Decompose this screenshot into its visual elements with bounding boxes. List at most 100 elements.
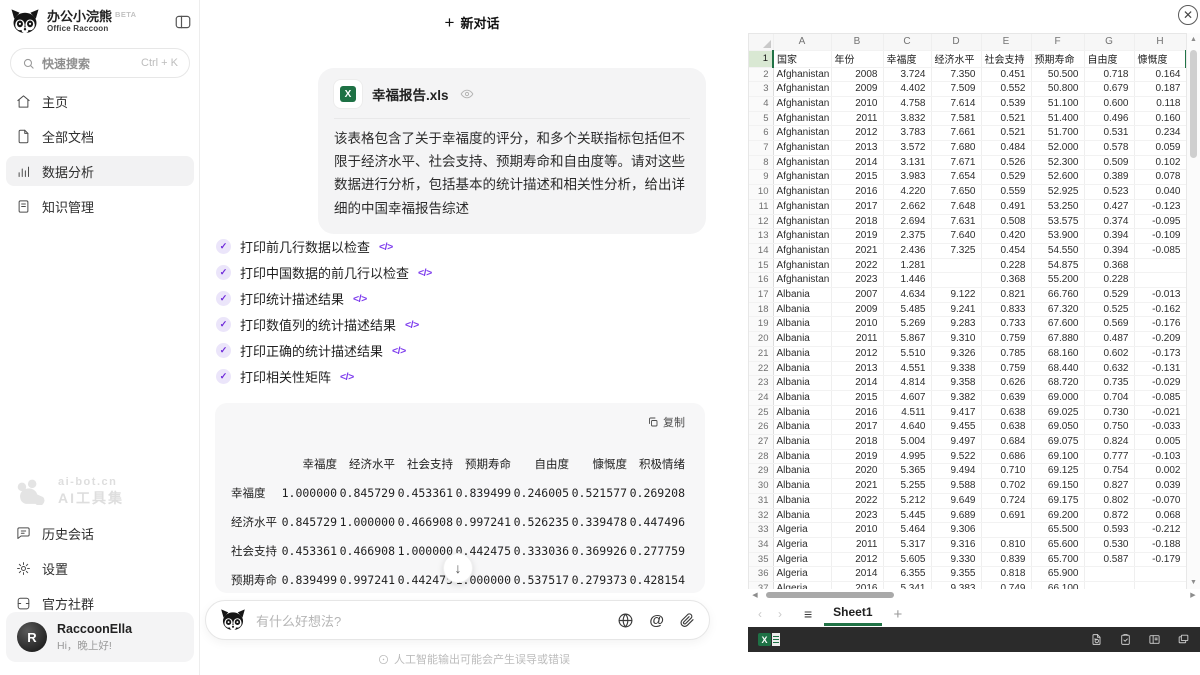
sheet-cell[interactable]: 5.867 bbox=[883, 332, 931, 347]
sidebar-item-history[interactable]: 历史会话 bbox=[6, 518, 194, 548]
sheet-cell[interactable]: 2010 bbox=[831, 317, 883, 332]
sheet-cell[interactable]: 52.000 bbox=[1031, 141, 1084, 156]
sheet-cell[interactable]: -0.103 bbox=[1134, 449, 1186, 464]
collapse-sidebar-icon[interactable] bbox=[174, 13, 192, 31]
sheet-cell[interactable]: 0.777 bbox=[1084, 449, 1134, 464]
sheet-cell[interactable]: 9.338 bbox=[931, 361, 981, 376]
sheet-cell[interactable]: 2016 bbox=[831, 405, 883, 420]
horizontal-scrollbar[interactable]: ◀ ▶ bbox=[748, 589, 1200, 601]
sheet-cell[interactable]: -0.085 bbox=[1134, 390, 1186, 405]
sheet-cell[interactable]: 5.365 bbox=[883, 464, 931, 479]
sheet-cell[interactable]: 0.508 bbox=[981, 214, 1031, 229]
sheet-cell[interactable]: -0.070 bbox=[1134, 493, 1186, 508]
sheet-cell[interactable]: 7.680 bbox=[931, 141, 981, 156]
sheet-cell[interactable]: 0.160 bbox=[1134, 111, 1186, 126]
sheet-cell[interactable]: 0.759 bbox=[981, 361, 1031, 376]
sheet-cell[interactable]: 0.602 bbox=[1084, 346, 1134, 361]
sheet-cell[interactable]: Afghanistan bbox=[773, 199, 831, 214]
sheet-cell[interactable]: 1.446 bbox=[883, 273, 931, 288]
sheet-cell[interactable]: -0.212 bbox=[1134, 523, 1186, 538]
sheet-cell[interactable]: 2015 bbox=[831, 390, 883, 405]
sheet-cell[interactable]: 9.241 bbox=[931, 302, 981, 317]
sheet-cell[interactable]: Algeria bbox=[773, 582, 831, 589]
scroll-to-bottom-button[interactable]: ↓ bbox=[443, 553, 473, 583]
code-toggle-icon[interactable]: </> bbox=[379, 241, 393, 253]
sheet-cell[interactable]: 0.810 bbox=[981, 538, 1031, 553]
sheet-cell[interactable]: 9.355 bbox=[931, 567, 981, 582]
sheet-cell[interactable]: 2008 bbox=[831, 67, 883, 82]
sheet-cell[interactable]: Albania bbox=[773, 464, 831, 479]
row-number[interactable]: 15 bbox=[749, 258, 773, 273]
sheet-cell[interactable]: 69.050 bbox=[1031, 420, 1084, 435]
sheet-cell[interactable]: 0.228 bbox=[1084, 273, 1134, 288]
sheet-cell[interactable] bbox=[1134, 582, 1186, 589]
sheet-cell[interactable]: 2.375 bbox=[883, 229, 931, 244]
sheet-cell[interactable]: Albania bbox=[773, 332, 831, 347]
row-number[interactable]: 11 bbox=[749, 199, 773, 214]
sheet-cell[interactable]: 0.005 bbox=[1134, 435, 1186, 450]
sheet-cell[interactable]: 66.100 bbox=[1031, 582, 1084, 589]
sheet-cell[interactable]: 9.316 bbox=[931, 538, 981, 553]
sheet-cell[interactable]: 9.382 bbox=[931, 390, 981, 405]
sheet-cell[interactable]: Afghanistan bbox=[773, 141, 831, 156]
sheet-cell[interactable]: -0.085 bbox=[1134, 243, 1186, 258]
sheet-cell[interactable]: 0.523 bbox=[1084, 185, 1134, 200]
sheet-cell[interactable]: 0.785 bbox=[981, 346, 1031, 361]
sheet-cell[interactable]: 4.402 bbox=[883, 82, 931, 97]
row-number[interactable]: 9 bbox=[749, 170, 773, 185]
sheet-header-cell[interactable]: 国家 bbox=[773, 50, 831, 67]
sheet-cell[interactable]: 0.552 bbox=[981, 82, 1031, 97]
sheet-cell[interactable]: Algeria bbox=[773, 567, 831, 582]
sheet-cell[interactable]: 0.691 bbox=[981, 508, 1031, 523]
sheet-cell[interactable] bbox=[981, 523, 1031, 538]
attachment-paperclip-icon[interactable] bbox=[679, 612, 695, 628]
sheet-cell[interactable]: Albania bbox=[773, 346, 831, 361]
profile-card[interactable]: R RaccoonElla Hi，晚上好! bbox=[6, 612, 194, 662]
sheet-cell[interactable]: 69.000 bbox=[1031, 390, 1084, 405]
row-number[interactable]: 8 bbox=[749, 155, 773, 170]
sheet-cell[interactable]: 65.700 bbox=[1031, 552, 1084, 567]
sheet-cell[interactable]: 52.925 bbox=[1031, 185, 1084, 200]
sheet-cell[interactable]: 9.497 bbox=[931, 435, 981, 450]
sheet-cell[interactable]: Afghanistan bbox=[773, 273, 831, 288]
sheet-cell[interactable]: 2019 bbox=[831, 229, 883, 244]
sheet-cell[interactable]: 9.417 bbox=[931, 405, 981, 420]
sheet-cell[interactable]: 7.648 bbox=[931, 199, 981, 214]
sheet-cell[interactable]: 2015 bbox=[831, 170, 883, 185]
sheet-cell[interactable]: 0.078 bbox=[1134, 170, 1186, 185]
row-number[interactable]: 32 bbox=[749, 508, 773, 523]
sheet-cell[interactable]: 0.420 bbox=[981, 229, 1031, 244]
sheet-cell[interactable]: 5.464 bbox=[883, 523, 931, 538]
scroll-left-arrow[interactable]: ◀ bbox=[748, 591, 762, 599]
sheet-cell[interactable]: 0.638 bbox=[981, 420, 1031, 435]
sheet-cell[interactable]: Albania bbox=[773, 376, 831, 391]
row-number[interactable]: 12 bbox=[749, 214, 773, 229]
sheet-cell[interactable]: 0.002 bbox=[1134, 464, 1186, 479]
sheet-cell[interactable]: 52.300 bbox=[1031, 155, 1084, 170]
sheet-cell[interactable]: 7.671 bbox=[931, 155, 981, 170]
row-number[interactable]: 35 bbox=[749, 552, 773, 567]
sheet-cell[interactable]: 2009 bbox=[831, 82, 883, 97]
sheet-cell[interactable] bbox=[1134, 567, 1186, 582]
sheet-cell[interactable]: 7.581 bbox=[931, 111, 981, 126]
sheet-cell[interactable]: Albania bbox=[773, 302, 831, 317]
sheet-header-cell[interactable]: 经济水平 bbox=[931, 50, 981, 67]
sheet-cell[interactable]: 0.569 bbox=[1084, 317, 1134, 332]
row-number[interactable]: 7 bbox=[749, 141, 773, 156]
sheet-cell[interactable]: 0.679 bbox=[1084, 82, 1134, 97]
export-refresh-icon[interactable] bbox=[1090, 633, 1103, 646]
sheet-cell[interactable]: 0.735 bbox=[1084, 376, 1134, 391]
row-number[interactable]: 5 bbox=[749, 111, 773, 126]
sheet-cell[interactable]: -0.173 bbox=[1134, 346, 1186, 361]
sheet-cell[interactable] bbox=[1134, 273, 1186, 288]
row-number[interactable]: 29 bbox=[749, 464, 773, 479]
sheet-cell[interactable]: Algeria bbox=[773, 538, 831, 553]
row-number[interactable]: 3 bbox=[749, 82, 773, 97]
sheet-cell[interactable]: 0.487 bbox=[1084, 332, 1134, 347]
search-input[interactable]: 快速搜索 Ctrl + K bbox=[10, 48, 190, 78]
row-number[interactable]: 26 bbox=[749, 420, 773, 435]
sheet-cell[interactable]: 0.039 bbox=[1134, 479, 1186, 494]
sheet-cell[interactable]: 52.600 bbox=[1031, 170, 1084, 185]
sheet-cell[interactable]: Algeria bbox=[773, 552, 831, 567]
sheet-cell[interactable]: 0.600 bbox=[1084, 96, 1134, 111]
